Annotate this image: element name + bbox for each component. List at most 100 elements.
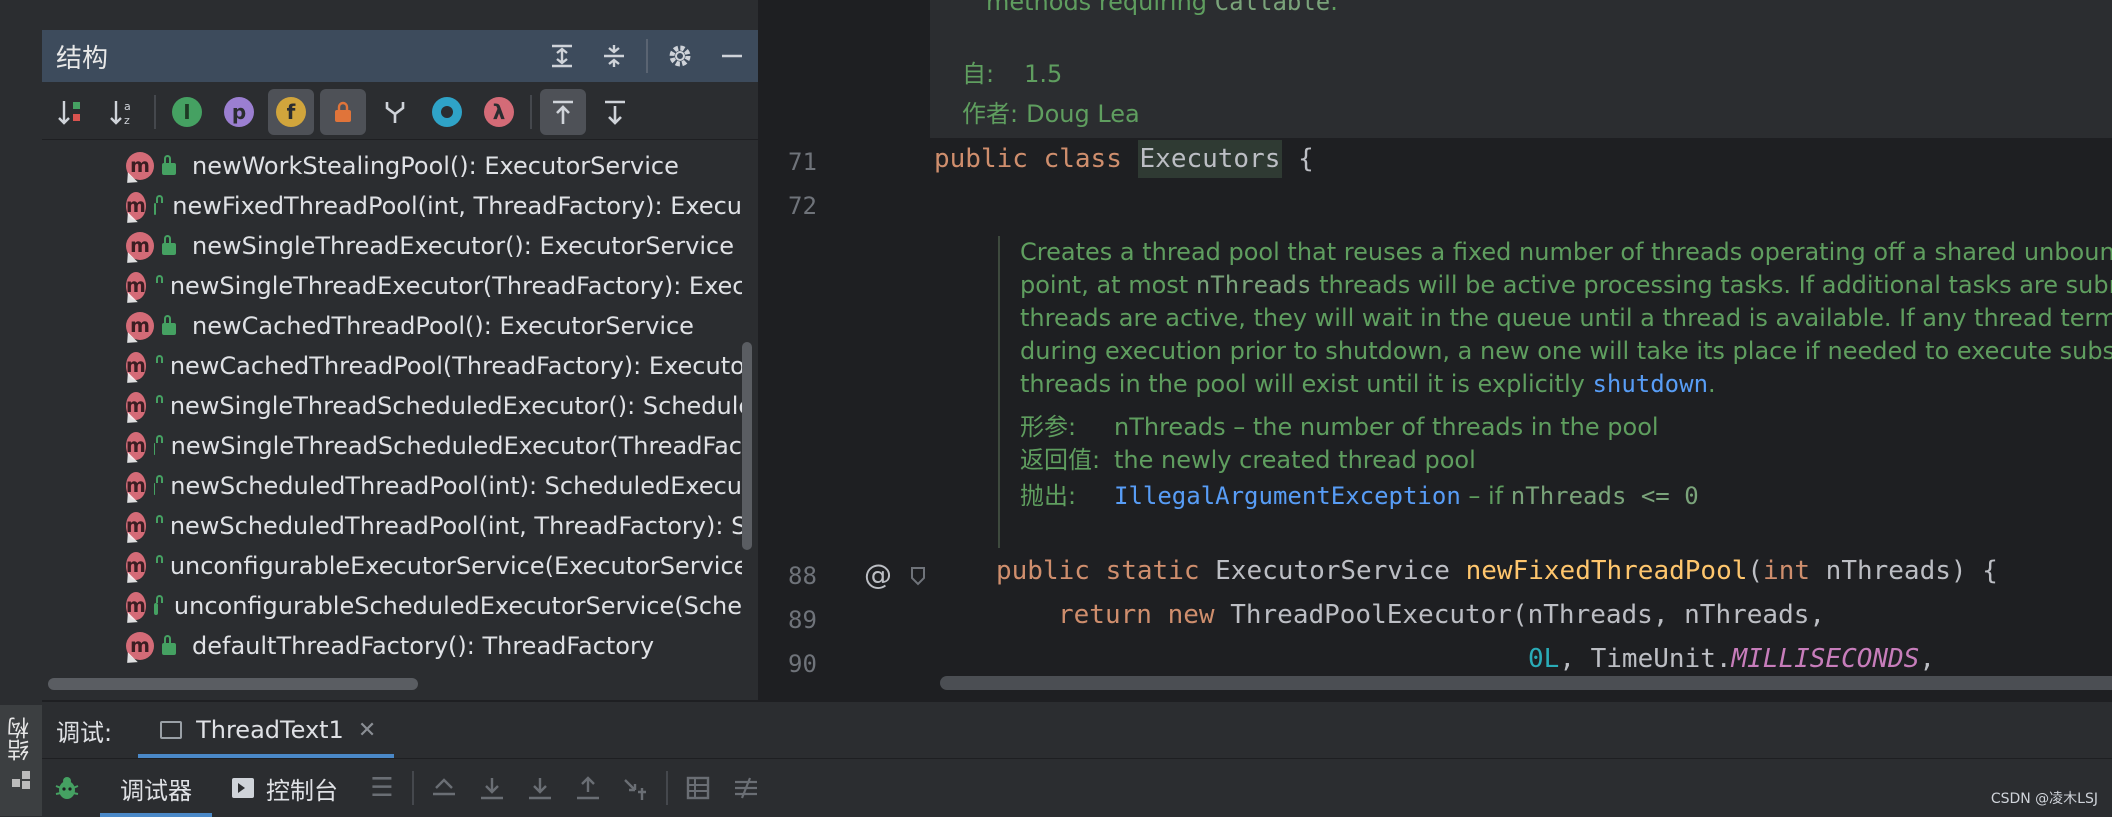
tree-item[interactable]: mnewFixedThreadPool(int, ThreadFactory):… (42, 186, 742, 226)
fold-marker-icon[interactable] (910, 566, 926, 588)
step-into-icon[interactable] (516, 764, 564, 812)
show-inherited-icon[interactable]: I (164, 89, 210, 135)
gear-icon[interactable] (654, 30, 706, 82)
minimize-icon[interactable] (706, 30, 758, 82)
tree-item-label: newSingleThreadScheduledExecutor(): Sche… (170, 392, 742, 420)
console-icon (232, 778, 254, 798)
method-icon: m (126, 152, 154, 180)
tree-item-label: newCachedThreadPool(): ExecutorService (192, 312, 694, 340)
tree-item-label: newSingleThreadExecutor(): ExecutorServi… (192, 232, 734, 260)
run-config-icon (160, 721, 182, 739)
tree-item[interactable]: m newWorkStealingPool(): ExecutorService (42, 146, 742, 186)
tree-item-label: newSingleThreadExecutor(ThreadFactory): … (170, 272, 742, 300)
sort-alphabetically-icon[interactable]: az (100, 89, 146, 135)
line-number: 88 (788, 562, 817, 590)
code-line-71: public class Executors { (934, 144, 1314, 174)
structure-header: 结构 (42, 30, 758, 82)
throws-row: 抛出:IllegalArgumentException – if nThread… (1020, 480, 2112, 513)
structure-vertical-scrollbar[interactable] (742, 342, 752, 550)
public-visibility-icon (162, 163, 176, 175)
show-fields-icon[interactable]: f (268, 89, 314, 135)
tree-item[interactable]: mnewSingleThreadExecutor(): ExecutorServ… (42, 226, 742, 266)
tree-item-label: newFixedThreadPool(int, ThreadFactory): … (172, 192, 742, 220)
tree-item-label: newScheduledThreadPool(int): ScheduledEx… (170, 472, 742, 500)
show-anonymous-icon[interactable] (424, 89, 470, 135)
debug-session-tab-label: ThreadText1 (196, 716, 344, 744)
method-icon: m (126, 592, 146, 620)
class-name-executors[interactable]: Executors (1138, 140, 1283, 178)
public-visibility-icon (154, 603, 158, 615)
code-line-90: 0L, TimeUnit.MILLISECONDS, (1528, 644, 1935, 674)
autoscroll-to-source-icon[interactable] (540, 89, 586, 135)
tree-item[interactable]: mnewSingleThreadScheduledExecutor(Thread… (42, 426, 742, 466)
tab-debugger[interactable]: 调试器 (100, 759, 212, 817)
structure-tool-tab-label: 结构 (5, 717, 37, 761)
tree-item-label: unconfigurableExecutorService(ExecutorSe… (170, 552, 742, 580)
tree-item-label: newWorkStealingPool(): ExecutorService (192, 152, 679, 180)
illegal-argument-exception-link[interactable]: IllegalArgumentException (1114, 482, 1461, 510)
code-editor[interactable]: 71 72 88 89 90 @ methods requiring Calla… (760, 0, 2112, 700)
step-over-icon[interactable] (468, 764, 516, 812)
method-icon: m (126, 552, 146, 580)
override-gutter-icon[interactable]: @ (864, 558, 892, 591)
trace-stream-icon[interactable] (722, 764, 770, 812)
method-icon: m (126, 392, 146, 420)
tree-item-label: newCachedThreadPool(ThreadFactory): Exec… (170, 352, 742, 380)
line-number: 71 (788, 148, 817, 176)
debug-session-tab[interactable]: ThreadText1 ✕ (138, 702, 394, 758)
tree-item[interactable]: m unconfigurableExecutorService(ExecutorS… (42, 546, 742, 586)
debug-tool-window-header: 调试: ThreadText1 ✕ (42, 700, 2112, 758)
author-row: 作者:Doug Lea (962, 94, 1140, 129)
watermark: CSDN @凌木LSJ (1991, 788, 2098, 808)
method-icon: m (126, 352, 146, 380)
tree-item[interactable]: m newCachedThreadPool(): ExecutorService (42, 306, 742, 346)
show-execution-point-icon[interactable] (420, 764, 468, 812)
public-visibility-icon (154, 203, 156, 215)
tree-item[interactable]: m newCachedThreadPool(ThreadFactory): Exe… (42, 346, 742, 386)
svg-text:z: z (124, 114, 130, 127)
run-to-cursor-icon[interactable] (612, 764, 660, 812)
method-icon: m (126, 472, 146, 500)
method-icon: m (126, 312, 154, 340)
tab-console[interactable]: 控制台 (212, 759, 358, 817)
tree-item[interactable]: munconfigurableScheduledExecutorService(… (42, 586, 742, 626)
show-lambdas-icon[interactable]: λ (476, 89, 522, 135)
autoscroll-from-source-icon[interactable] (592, 89, 638, 135)
line-number: 89 (788, 606, 817, 634)
step-out-icon[interactable] (564, 764, 612, 812)
structure-toolbar: az I p f λ (42, 84, 758, 140)
method-icon: m (126, 512, 146, 540)
line-number: 90 (788, 650, 817, 678)
evaluate-expression-icon[interactable] (674, 764, 722, 812)
return-row: 返回值:the newly created thread pool (1020, 444, 2112, 477)
rendered-doc-top: methods requiring Callable. 自:1.5 作者:Dou… (930, 0, 2112, 138)
show-properties-icon[interactable]: p (216, 89, 262, 135)
shutdown-link[interactable]: shutdown (1592, 370, 1708, 398)
tree-item[interactable]: m newScheduledThreadPool(int, ThreadFacto… (42, 506, 742, 546)
code-line-89: return new ThreadPoolExecutor(nThreads, … (1058, 600, 1825, 630)
show-non-public-icon[interactable] (320, 89, 366, 135)
tree-item[interactable]: mnewSingleThreadExecutor(ThreadFactory):… (42, 266, 742, 306)
code-area: methods requiring Callable. 自:1.5 作者:Dou… (930, 0, 2112, 700)
sort-visibility-icon[interactable] (48, 89, 94, 135)
show-hierarchy-icon[interactable] (372, 89, 418, 135)
public-visibility-icon (154, 443, 155, 455)
tree-item-label: newScheduledThreadPool(int, ThreadFactor… (170, 512, 742, 540)
tree-item[interactable]: m newSingleThreadScheduledExecutor(): Sch… (42, 386, 742, 426)
tree-item[interactable]: mdefaultThreadFactory(): ThreadFactory (42, 626, 742, 666)
debug-bug-icon (52, 773, 82, 803)
structure-tool-tab[interactable]: 结构 (0, 705, 42, 816)
structure-title: 结构 (56, 38, 536, 75)
collapse-all-icon[interactable] (588, 30, 640, 82)
layout-menu-icon[interactable]: ☰ (358, 764, 406, 812)
structure-horizontal-scrollbar[interactable] (48, 678, 418, 690)
public-visibility-icon (162, 643, 176, 655)
editor-horizontal-scrollbar[interactable] (940, 676, 2112, 690)
expand-all-icon[interactable] (536, 30, 588, 82)
line-number: 72 (788, 192, 817, 220)
close-icon[interactable]: ✕ (358, 718, 376, 743)
tree-item-label: defaultThreadFactory(): ThreadFactory (192, 632, 654, 660)
method-icon: m (126, 432, 146, 460)
tree-item[interactable]: m newScheduledThreadPool(int): ScheduledE… (42, 466, 742, 506)
structure-panel: 结构 az I p f (42, 0, 760, 700)
